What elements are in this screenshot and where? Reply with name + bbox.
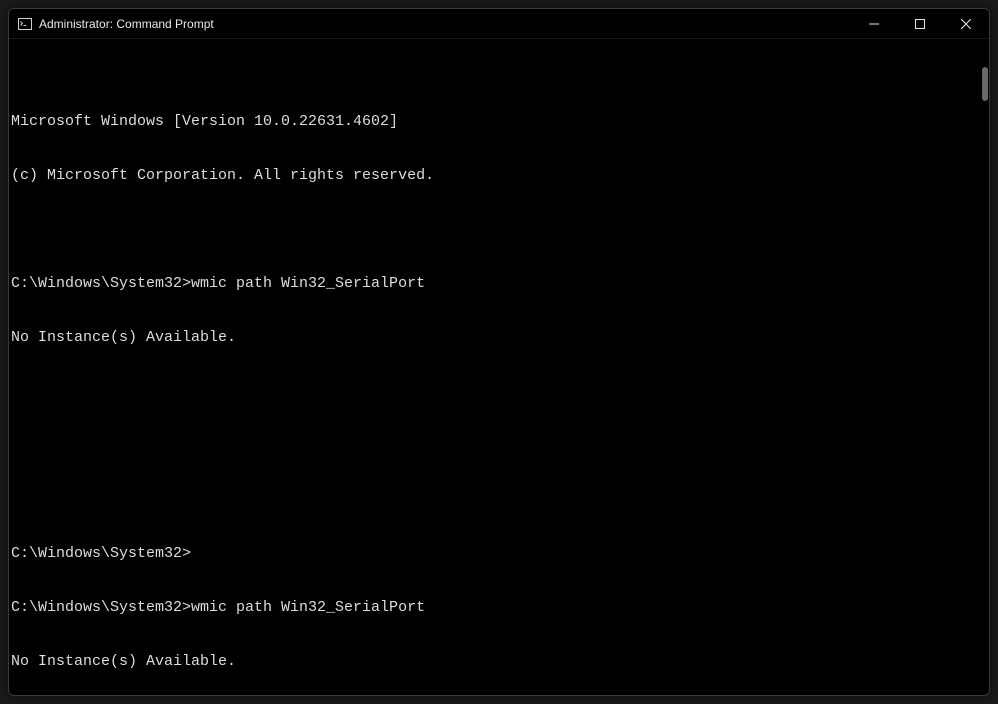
- terminal-line: [11, 437, 973, 455]
- scrollbar-thumb[interactable]: [982, 67, 988, 101]
- terminal-line: C:\Windows\System32>wmic path Win32_Seri…: [11, 599, 973, 617]
- terminal-output: Microsoft Windows [Version 10.0.22631.46…: [11, 77, 973, 695]
- terminal-line: Microsoft Windows [Version 10.0.22631.46…: [11, 113, 973, 131]
- window-controls: [851, 9, 989, 38]
- window-title: Administrator: Command Prompt: [39, 17, 851, 31]
- terminal-line: C:\Windows\System32>wmic path Win32_Seri…: [11, 275, 973, 293]
- command-prompt-window: Administrator: Command Prompt Microsoft …: [8, 8, 990, 696]
- maximize-button[interactable]: [897, 9, 943, 38]
- cmd-icon: [17, 16, 33, 32]
- scrollbar-track[interactable]: [977, 39, 989, 695]
- titlebar[interactable]: Administrator: Command Prompt: [9, 9, 989, 39]
- terminal-line: No Instance(s) Available.: [11, 329, 973, 347]
- terminal-line: [11, 491, 973, 509]
- terminal-line: [11, 383, 973, 401]
- terminal-line: (c) Microsoft Corporation. All rights re…: [11, 167, 973, 185]
- terminal-line: No Instance(s) Available.: [11, 653, 973, 671]
- minimize-button[interactable]: [851, 9, 897, 38]
- terminal-line: C:\Windows\System32>: [11, 545, 973, 563]
- terminal-line: [11, 221, 973, 239]
- terminal-body[interactable]: Microsoft Windows [Version 10.0.22631.46…: [9, 39, 989, 695]
- close-button[interactable]: [943, 9, 989, 38]
